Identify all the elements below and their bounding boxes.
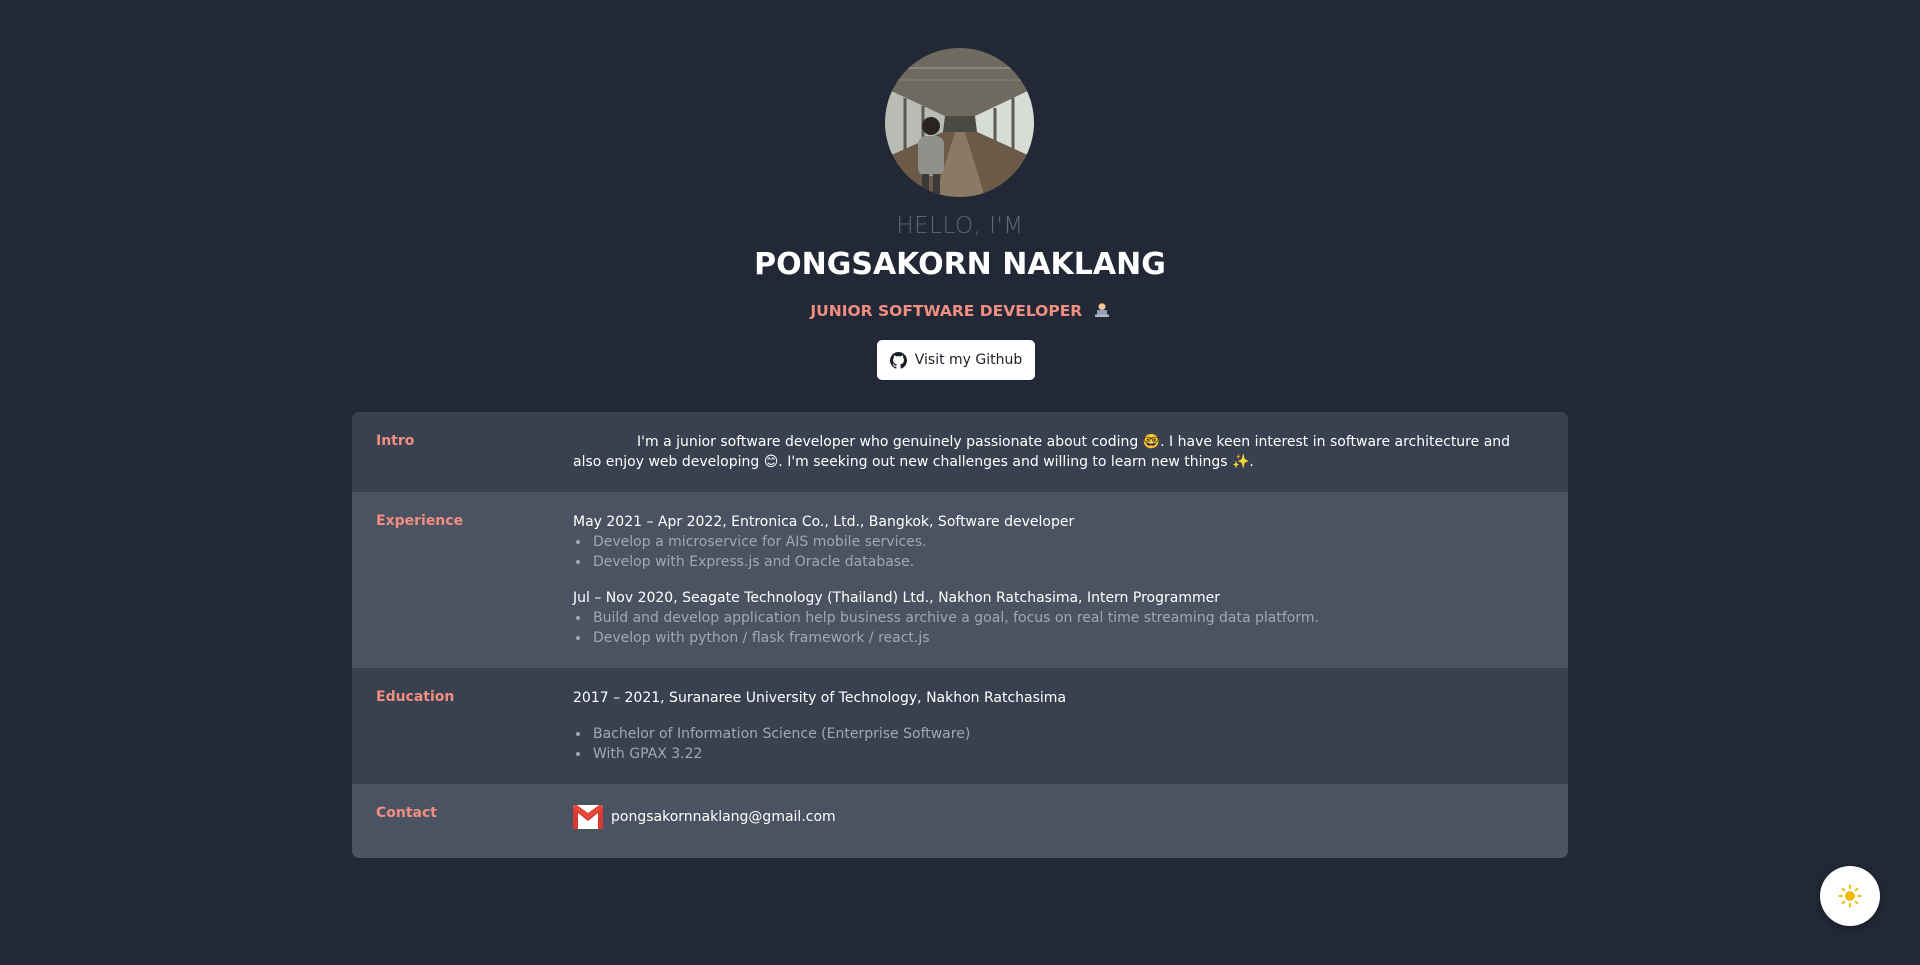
theme-toggle-button[interactable] bbox=[1820, 866, 1880, 926]
education-bullet: Bachelor of Information Science (Enterpr… bbox=[573, 724, 1533, 744]
contact-label: Contact bbox=[376, 805, 437, 821]
job-entry: Jul – Nov 2020, Seagate Technology (Thai… bbox=[573, 588, 1533, 648]
job-title: Jul – Nov 2020, Seagate Technology (Thai… bbox=[573, 590, 1220, 606]
job-title: May 2021 – Apr 2022, Entronica Co., Ltd.… bbox=[573, 514, 1075, 530]
education-bullet: With GPAX 3.22 bbox=[573, 744, 1533, 764]
intro-text: I'm a junior software developer who genu… bbox=[573, 434, 1511, 470]
full-name: PONGSAKORN NAKLANG bbox=[754, 247, 1166, 282]
experience-section: Experience May 2021 – Apr 2022, Entronic… bbox=[352, 492, 1568, 668]
education-label: Education bbox=[376, 689, 455, 705]
profile-photo bbox=[885, 48, 1034, 197]
job-bullet: Build and develop application help busin… bbox=[573, 608, 1533, 628]
email-link[interactable]: pongsakornnaklang@gmail.com bbox=[573, 805, 1533, 829]
contact-section: Contact pongsakornnaklang@gmail.com bbox=[352, 784, 1568, 858]
experience-label: Experience bbox=[376, 513, 464, 529]
job-role-text: JUNIOR SOFTWARE DEVELOPER bbox=[810, 302, 1083, 320]
email-address: pongsakornnaklang@gmail.com bbox=[611, 809, 836, 825]
experience-list: May 2021 – Apr 2022, Entronica Co., Ltd.… bbox=[573, 512, 1533, 648]
profile-avatar bbox=[885, 48, 1034, 197]
intro-section: Intro I'm a junior software developer wh… bbox=[352, 412, 1568, 492]
github-button[interactable]: Visit my Github bbox=[877, 340, 1035, 380]
education-section: Education 2017 – 2021, Suranaree Univers… bbox=[352, 668, 1568, 784]
job-bullet: Develop with Express.js and Oracle datab… bbox=[573, 552, 1533, 572]
education-details: 2017 – 2021, Suranaree University of Tec… bbox=[573, 688, 1533, 764]
education-title: 2017 – 2021, Suranaree University of Tec… bbox=[573, 690, 1067, 706]
job-bullet: Develop a microservice for AIS mobile se… bbox=[573, 532, 1533, 552]
sun-icon bbox=[1838, 884, 1862, 908]
greeting: HELLO, I'M bbox=[896, 213, 1024, 239]
github-icon bbox=[889, 351, 907, 369]
job-bullets: Build and develop application help busin… bbox=[573, 608, 1533, 648]
education-bullets: Bachelor of Information Science (Enterpr… bbox=[573, 724, 1533, 764]
technologist-emoji-icon bbox=[1094, 302, 1110, 322]
resume-card: Intro I'm a junior software developer wh… bbox=[352, 412, 1568, 858]
job-role: JUNIOR SOFTWARE DEVELOPER bbox=[0, 302, 1920, 322]
gmail-icon bbox=[573, 805, 603, 829]
intro-label: Intro bbox=[376, 433, 415, 449]
job-bullet: Develop with python / flask framework / … bbox=[573, 628, 1533, 648]
job-entry: May 2021 – Apr 2022, Entronica Co., Ltd.… bbox=[573, 512, 1533, 572]
github-button-label: Visit my Github bbox=[914, 352, 1023, 368]
job-bullets: Develop a microservice for AIS mobile se… bbox=[573, 532, 1533, 572]
